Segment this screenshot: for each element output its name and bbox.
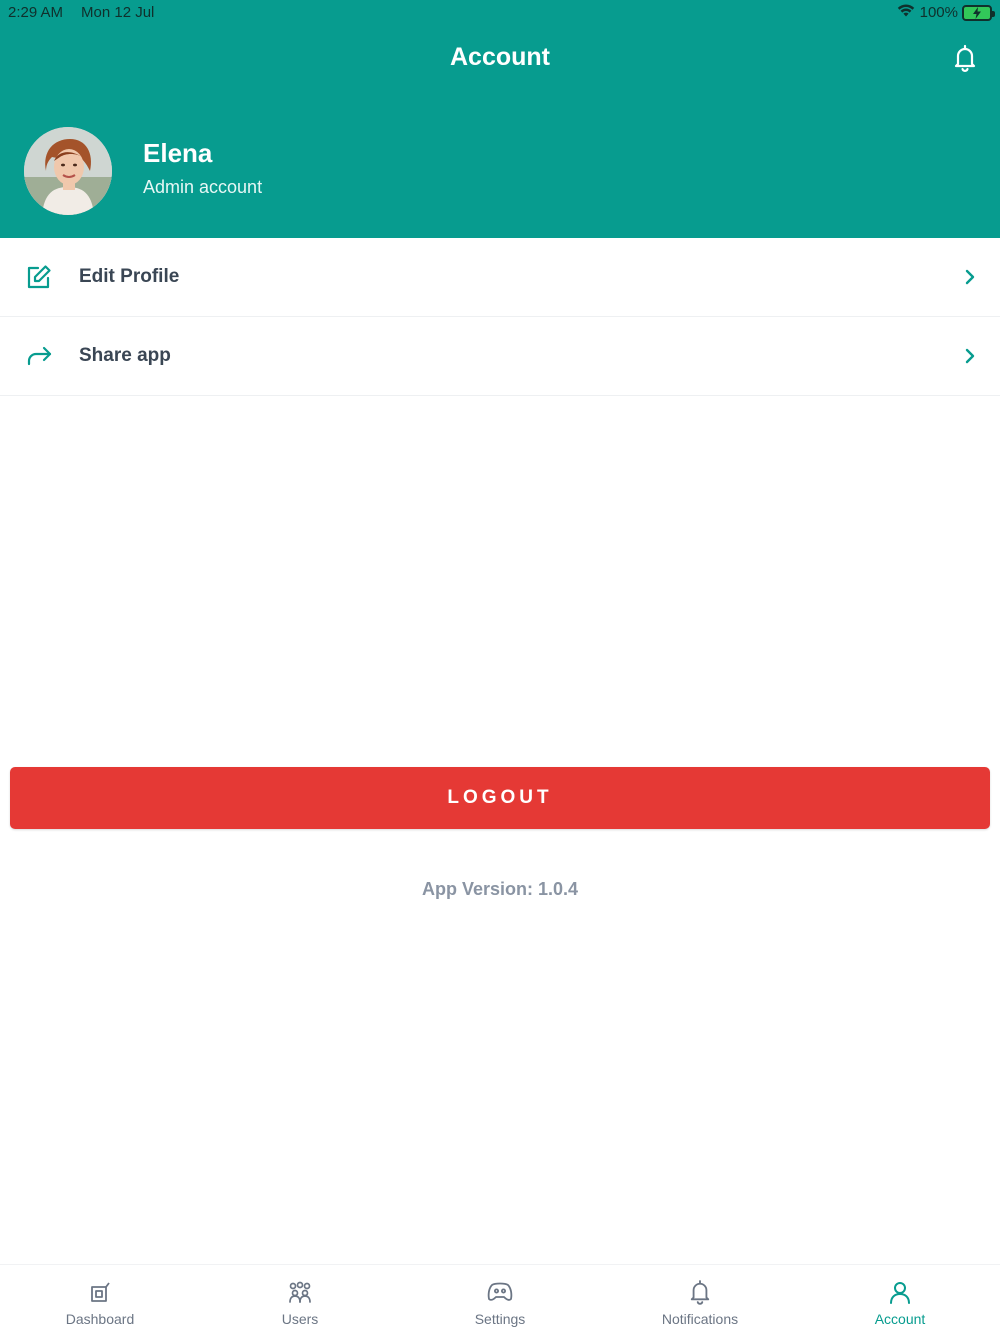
tab-settings[interactable]: Settings [400, 1265, 600, 1334]
avatar[interactable] [24, 127, 112, 215]
battery-percentage: 100% [919, 4, 958, 21]
tab-bar: Dashboard Users Settings Notifications A… [0, 1264, 1000, 1334]
tab-dashboard[interactable]: Dashboard [0, 1265, 200, 1334]
bell-icon[interactable] [950, 42, 980, 74]
menu-item-share-app[interactable]: Share app [0, 317, 1000, 396]
tab-notifications[interactable]: Notifications [600, 1265, 800, 1334]
menu-item-edit-profile[interactable]: Edit Profile [0, 238, 1000, 317]
users-icon [286, 1278, 314, 1306]
menu-item-label: Share app [79, 345, 171, 366]
status-indicators: 100% [896, 3, 995, 22]
page-title: Account [450, 43, 550, 71]
gamepad-icon [486, 1278, 514, 1306]
bell-icon [686, 1278, 714, 1306]
tab-label: Account [874, 1311, 926, 1327]
user-icon [886, 1278, 914, 1306]
tab-label: Settings [474, 1311, 526, 1327]
status-time: 2:29 AM [8, 4, 64, 21]
share-icon [24, 341, 54, 371]
user-name: Elena [143, 138, 213, 168]
tab-account[interactable]: Account [800, 1265, 1000, 1334]
tab-users[interactable]: Users [200, 1265, 400, 1334]
menu-item-label: Edit Profile [79, 266, 180, 287]
status-bar: 2:29 AM Mon 12 Jul 100% [0, 0, 1000, 26]
chevron-right-icon [962, 267, 978, 287]
app-version: App Version: 1.0.4 [421, 879, 579, 899]
battery-icon [962, 4, 995, 21]
user-role: Admin account [143, 177, 263, 197]
chevron-right-icon [962, 346, 978, 366]
tab-label: Notifications [661, 1311, 739, 1327]
edit-icon [24, 262, 54, 292]
header: 2:29 AM Mon 12 Jul 100% Account Elena Ad… [0, 0, 1000, 238]
account-screen: 2:29 AM Mon 12 Jul 100% Account Elena Ad… [0, 0, 1000, 1334]
status-date: Mon 12 Jul [81, 4, 155, 21]
logout-button[interactable]: LOGOUT [10, 767, 990, 829]
wifi-icon [896, 3, 916, 22]
tab-label: Dashboard [65, 1311, 135, 1327]
dashboard-icon [86, 1278, 114, 1306]
tab-label: Users [281, 1311, 319, 1327]
